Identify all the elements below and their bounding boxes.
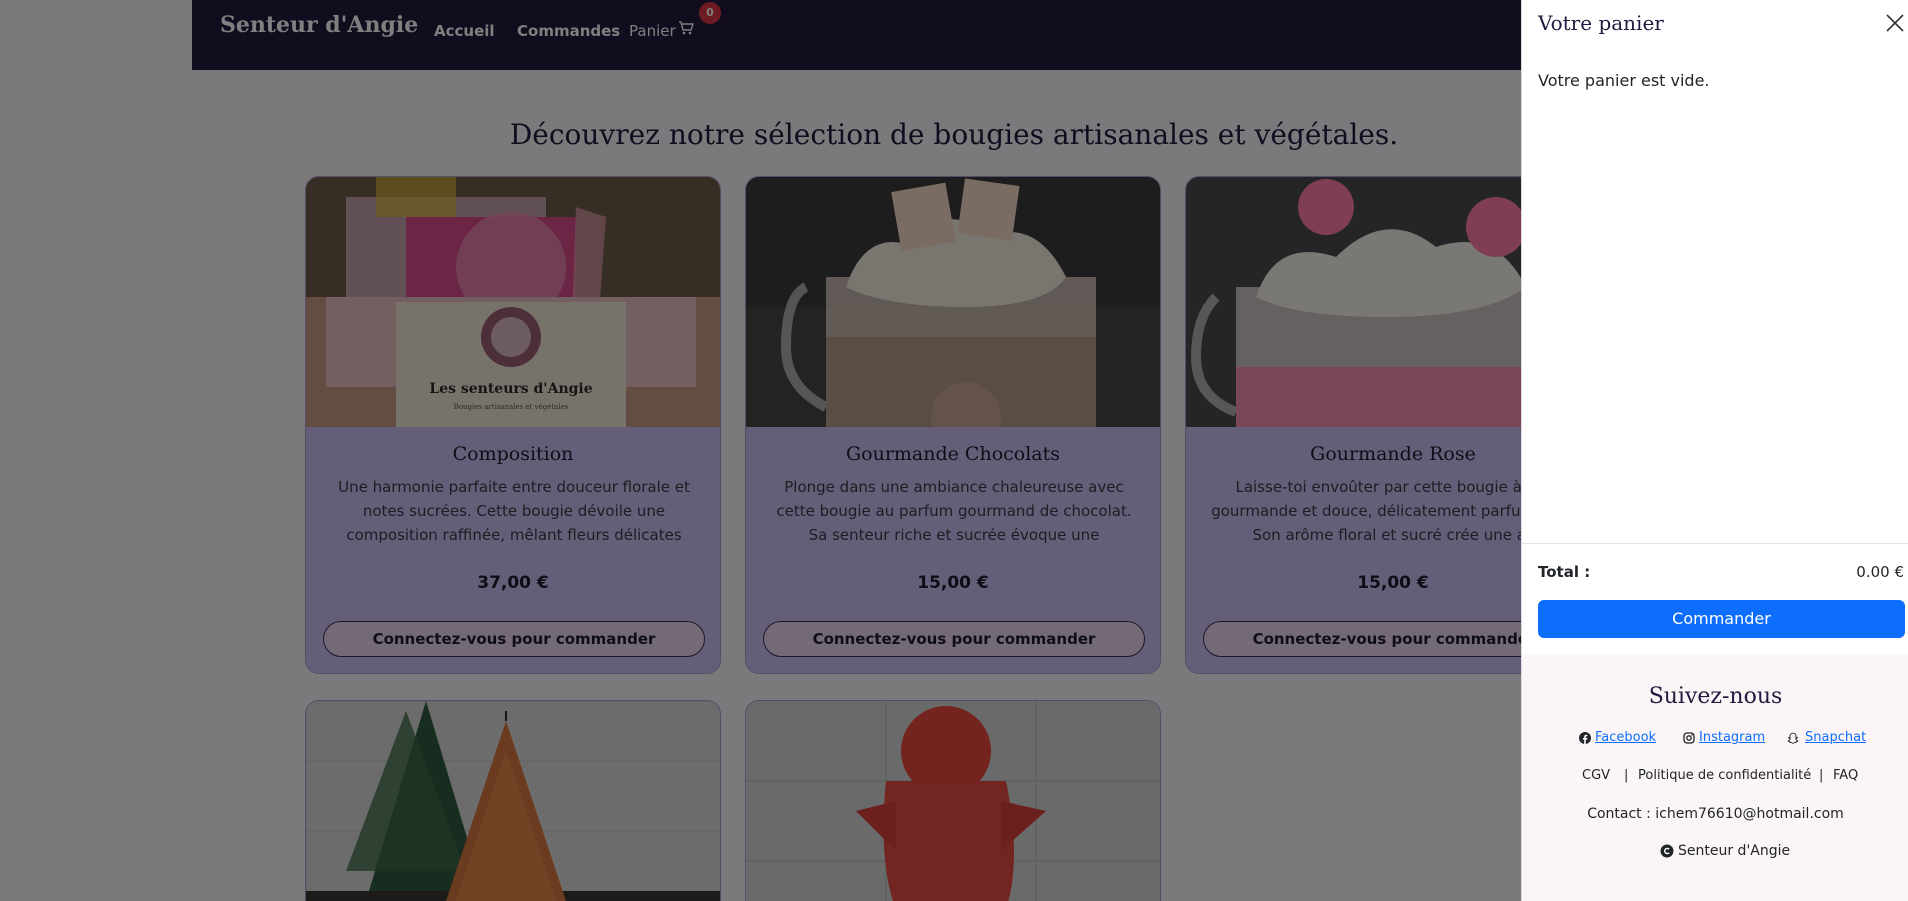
privacy-policy-link[interactable]: Politique de confidentialité	[1638, 768, 1811, 783]
copyright-text: Senteur d'Angie	[1678, 843, 1791, 859]
separator: |	[1819, 768, 1824, 783]
facebook-link[interactable]: Facebook	[1595, 730, 1656, 745]
separator: |	[1624, 768, 1629, 783]
footer-title: Suivez-nous	[1648, 684, 1783, 709]
snapchat-icon[interactable]	[1787, 732, 1799, 744]
contact-info: Contact : ichem76610@hotmail.com	[1587, 806, 1844, 822]
snapchat-link[interactable]: Snapchat	[1805, 730, 1866, 745]
faq-link[interactable]: FAQ	[1833, 768, 1858, 783]
cgv-link[interactable]: CGV	[1582, 768, 1610, 783]
modal-backdrop[interactable]	[0, 0, 1521, 901]
cart-empty-message: Votre panier est vide.	[1538, 71, 1710, 90]
cart-panel: Votre panier Votre panier est vide. Tota…	[1521, 0, 1908, 901]
total-label: Total :	[1538, 563, 1591, 581]
order-button[interactable]: Commander	[1538, 600, 1905, 638]
footer: Suivez-nous Facebook Instagram Snapchat …	[1522, 654, 1908, 901]
cart-title: Votre panier	[1538, 11, 1664, 35]
facebook-icon[interactable]	[1579, 732, 1591, 744]
divider	[1522, 543, 1908, 544]
total-value: 0.00 €	[1856, 563, 1904, 581]
close-icon[interactable]	[1884, 12, 1906, 34]
instagram-link[interactable]: Instagram	[1699, 730, 1765, 745]
instagram-icon[interactable]	[1683, 732, 1695, 744]
copyright-icon	[1660, 844, 1674, 858]
